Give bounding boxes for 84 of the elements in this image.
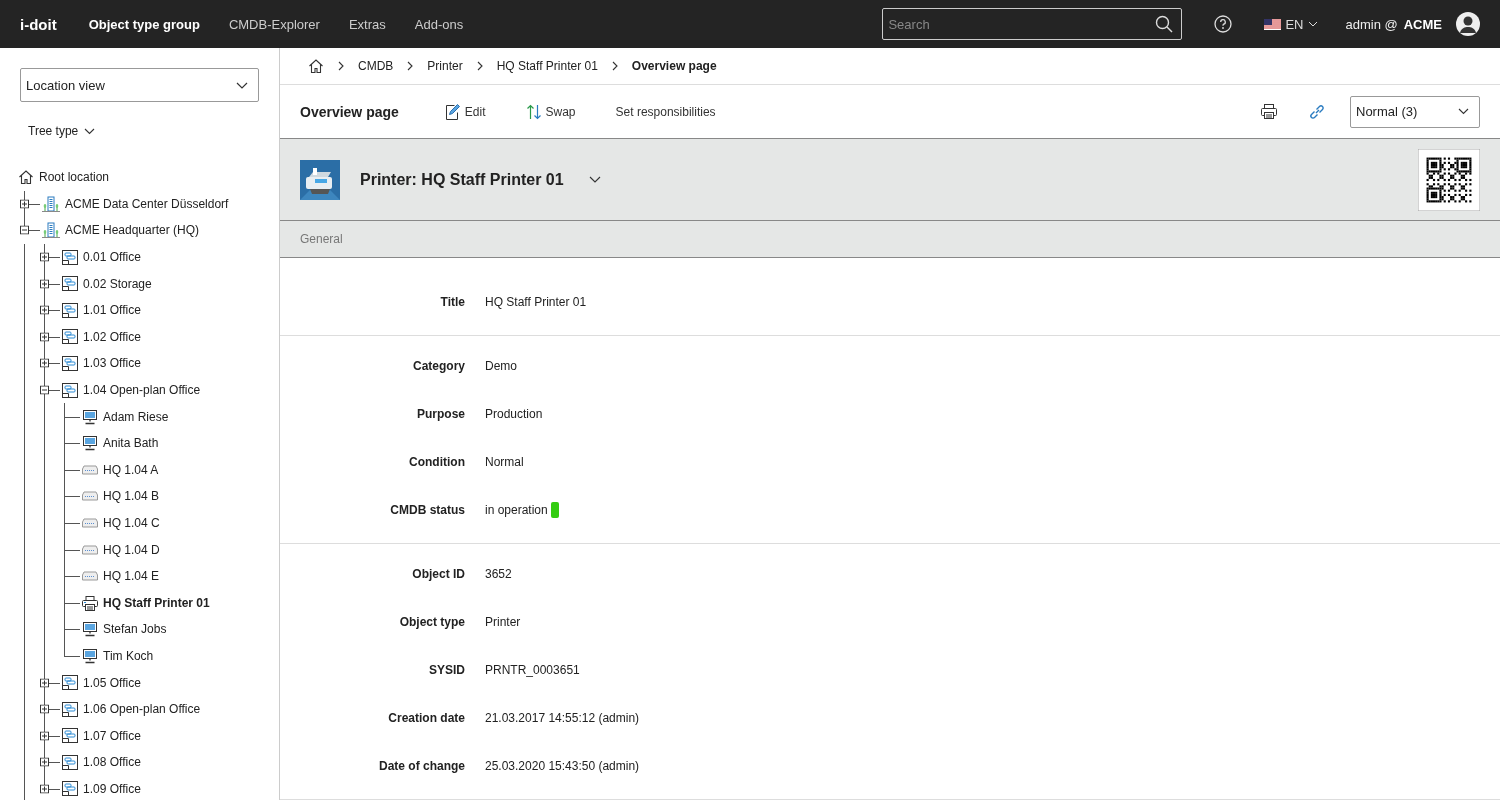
field-label: Object ID <box>411 567 466 581</box>
field-value: PRNTR_0003651 <box>485 663 580 677</box>
status-select[interactable]: Normal (3) <box>1350 95 1480 128</box>
field-value: 3652 <box>485 567 512 581</box>
edit-button[interactable]: Edit <box>444 102 486 121</box>
expand-toggle[interactable] <box>40 784 49 794</box>
flag-icon <box>1264 18 1282 30</box>
link-icon[interactable] <box>1308 102 1326 121</box>
print-icon[interactable] <box>1260 103 1278 120</box>
expand-toggle[interactable] <box>40 731 49 741</box>
breadcrumb-link[interactable]: CMDB <box>358 59 394 73</box>
field-label: Creation date <box>387 711 466 725</box>
expand-toggle[interactable] <box>40 305 49 315</box>
tree-type-dropdown[interactable]: Tree type <box>28 124 251 138</box>
expand-toggle[interactable] <box>40 704 49 714</box>
breadcrumb-link[interactable]: HQ Staff Printer 01 <box>496 59 598 73</box>
swap-button[interactable]: Swap <box>525 103 576 120</box>
object-title: Printer: HQ Staff Printer 01 <box>360 170 564 189</box>
logo[interactable]: i-doit <box>20 15 57 33</box>
breadcrumb-link[interactable]: Printer <box>427 59 463 73</box>
field-value: Normal <box>485 455 524 469</box>
nav-link[interactable]: Extras <box>348 16 386 32</box>
search-icon[interactable] <box>1155 15 1174 33</box>
field-label: Condition <box>408 455 466 469</box>
field-label: Purpose <box>416 407 466 421</box>
collapse-toggle[interactable] <box>40 385 49 395</box>
expand-toggle[interactable] <box>40 358 49 368</box>
expand-toggle[interactable] <box>40 678 49 688</box>
field-value: in operation <box>485 503 548 517</box>
breadcrumb-link[interactable]: Overview page <box>631 59 717 73</box>
caret-icon <box>1307 21 1318 27</box>
tree-item[interactable]: Root location <box>39 170 110 185</box>
nav-link[interactable]: Object type group <box>88 16 200 32</box>
field-label: Date of change <box>378 759 466 773</box>
expand-toggle[interactable] <box>20 199 29 209</box>
patch-panel-icon <box>82 518 98 528</box>
patch-panel-icon <box>82 544 98 555</box>
help-icon[interactable] <box>1214 15 1233 33</box>
chevron-icon <box>611 61 618 71</box>
nav-link[interactable]: Add-ons <box>414 16 464 32</box>
responsibilities-button[interactable]: Set responsibilities <box>615 104 716 119</box>
expand-toggle[interactable] <box>40 332 49 342</box>
caret-icon <box>84 127 96 135</box>
expand-toggle[interactable] <box>40 279 49 289</box>
field-label: SYSID <box>428 663 466 677</box>
avatar-icon[interactable] <box>1456 12 1480 36</box>
section-title: General <box>300 232 343 246</box>
printer-icon <box>300 159 340 200</box>
field-value: HQ Staff Printer 01 <box>485 295 587 309</box>
patch-panel-icon <box>82 464 98 475</box>
search-field[interactable]: Search <box>882 8 1183 40</box>
edit-icon <box>444 102 461 121</box>
patch-panel-icon <box>82 491 98 502</box>
field-value: Production <box>485 407 543 421</box>
tenant-name[interactable]: ACME <box>1403 16 1442 32</box>
chevron-icon <box>338 61 344 71</box>
home-icon <box>18 169 34 186</box>
field-label: Title <box>439 295 466 309</box>
field-value: Printer <box>485 615 521 629</box>
language-selector[interactable]: EN <box>1264 16 1318 32</box>
user-name[interactable]: admin @ <box>1345 16 1398 32</box>
field-value: 21.03.2017 14:55:12 (admin) <box>485 711 640 725</box>
nav-link[interactable]: CMDB-Explorer <box>228 16 320 32</box>
patch-panel-icon <box>82 571 98 582</box>
view-select[interactable]: Location view <box>20 68 259 102</box>
expand-toggle[interactable] <box>40 757 49 767</box>
caret-icon <box>1458 108 1469 115</box>
caret-icon <box>236 81 248 89</box>
tree-item[interactable]: Adam Riese <box>103 409 169 424</box>
swap-icon <box>525 103 542 120</box>
chevron-icon <box>476 61 483 71</box>
field-value: 25.03.2020 15:43:50 (admin) <box>485 759 640 773</box>
tree-item[interactable]: ACME Data Center Düsseldorf <box>65 196 229 211</box>
field-label: Category <box>412 359 466 373</box>
caret-icon[interactable] <box>588 176 601 184</box>
field-value: Demo <box>485 359 517 373</box>
field-label: CMDB status <box>389 503 466 517</box>
chevron-icon <box>407 61 414 71</box>
collapse-toggle[interactable] <box>20 226 29 235</box>
home-icon[interactable] <box>308 58 324 74</box>
expand-toggle[interactable] <box>40 252 49 262</box>
field-label: Object type <box>398 615 466 629</box>
page-title: Overview page <box>300 103 399 120</box>
qr-code-icon[interactable] <box>1418 148 1480 211</box>
